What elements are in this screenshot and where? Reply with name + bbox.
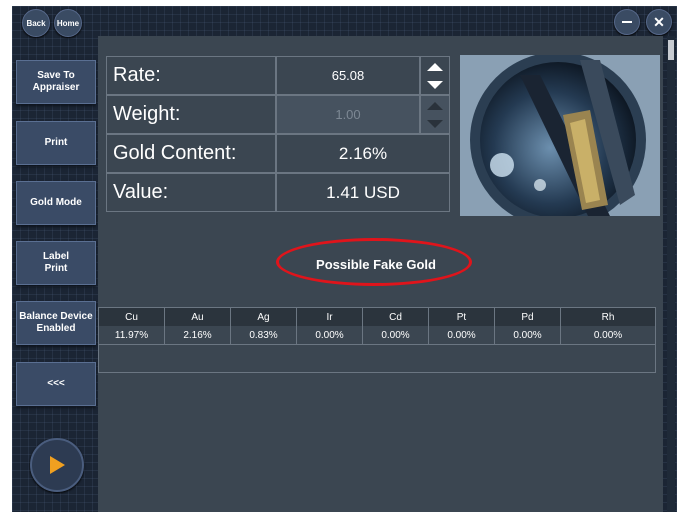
minimize-icon bbox=[622, 21, 632, 23]
balance-device-button[interactable]: Balance Device Enabled bbox=[16, 301, 96, 345]
column-header: Pt bbox=[429, 308, 495, 326]
print-button[interactable]: Print bbox=[16, 121, 96, 165]
main-panel: Rate: 65.08 Weight: 1.00 Gold Content: 2… bbox=[98, 36, 663, 512]
scrollbar[interactable] bbox=[667, 36, 675, 512]
table-cell: 0.00% bbox=[561, 326, 655, 345]
play-icon bbox=[50, 456, 65, 474]
collapse-button[interactable]: <<< bbox=[16, 362, 96, 406]
home-button[interactable]: Home bbox=[54, 9, 82, 37]
weight-down-button[interactable] bbox=[423, 116, 447, 131]
column-header: Cd bbox=[363, 308, 429, 326]
column-header: Au bbox=[165, 308, 231, 326]
arrow-up-icon bbox=[427, 101, 443, 110]
arrow-down-icon bbox=[427, 80, 443, 89]
column-header: Ag bbox=[231, 308, 297, 326]
column-header: Cu bbox=[99, 308, 165, 326]
table-cell: 0.00% bbox=[363, 326, 429, 345]
column-header: Rh bbox=[561, 308, 655, 326]
label-print-button[interactable]: Label Print bbox=[16, 241, 96, 285]
rate-stepper bbox=[420, 56, 450, 95]
weight-input[interactable]: 1.00 bbox=[276, 95, 420, 134]
weight-label: Weight: bbox=[106, 95, 276, 134]
back-button[interactable]: Back bbox=[22, 9, 50, 37]
close-button[interactable]: ✕ bbox=[646, 9, 672, 35]
arrow-down-icon bbox=[427, 119, 443, 128]
table-cell: 0.83% bbox=[231, 326, 297, 345]
table-cell: 0.00% bbox=[429, 326, 495, 345]
minimize-button[interactable] bbox=[614, 9, 640, 35]
scroll-thumb[interactable] bbox=[668, 40, 674, 60]
rate-label: Rate: bbox=[106, 56, 276, 95]
rate-up-button[interactable] bbox=[423, 59, 447, 74]
table-cell: 2.16% bbox=[165, 326, 231, 345]
fake-gold-alert: Possible Fake Gold bbox=[316, 256, 436, 272]
column-header: Ir bbox=[297, 308, 363, 326]
value-label: Value: bbox=[106, 173, 276, 212]
save-to-appraiser-button[interactable]: Save To Appraiser bbox=[16, 60, 96, 104]
table-cell: 0.00% bbox=[495, 326, 561, 345]
arrow-up-icon bbox=[427, 62, 443, 71]
table-cell: 11.97% bbox=[99, 326, 165, 345]
column-header: Pd bbox=[495, 308, 561, 326]
app-window: Back Home ✕ Save To Appraiser Print Gold… bbox=[12, 6, 677, 512]
weight-stepper bbox=[420, 95, 450, 134]
play-button[interactable] bbox=[30, 438, 84, 492]
close-icon: ✕ bbox=[653, 13, 665, 30]
weight-up-button[interactable] bbox=[423, 98, 447, 113]
top-bar: Back Home ✕ bbox=[12, 6, 677, 37]
composition-table: Cu Au Ag Ir Cd Pt Pd Rh 11.97% 2.16% 0.8… bbox=[98, 307, 656, 373]
sample-camera-image bbox=[460, 55, 660, 216]
rate-value: 65.08 bbox=[276, 56, 420, 95]
value-value: 1.41 USD bbox=[276, 173, 450, 212]
table-cell: 0.00% bbox=[297, 326, 363, 345]
gold-content-value: 2.16% bbox=[276, 134, 450, 173]
gold-mode-button[interactable]: Gold Mode bbox=[16, 181, 96, 225]
gold-content-label: Gold Content: bbox=[106, 134, 276, 173]
rate-down-button[interactable] bbox=[423, 77, 447, 92]
